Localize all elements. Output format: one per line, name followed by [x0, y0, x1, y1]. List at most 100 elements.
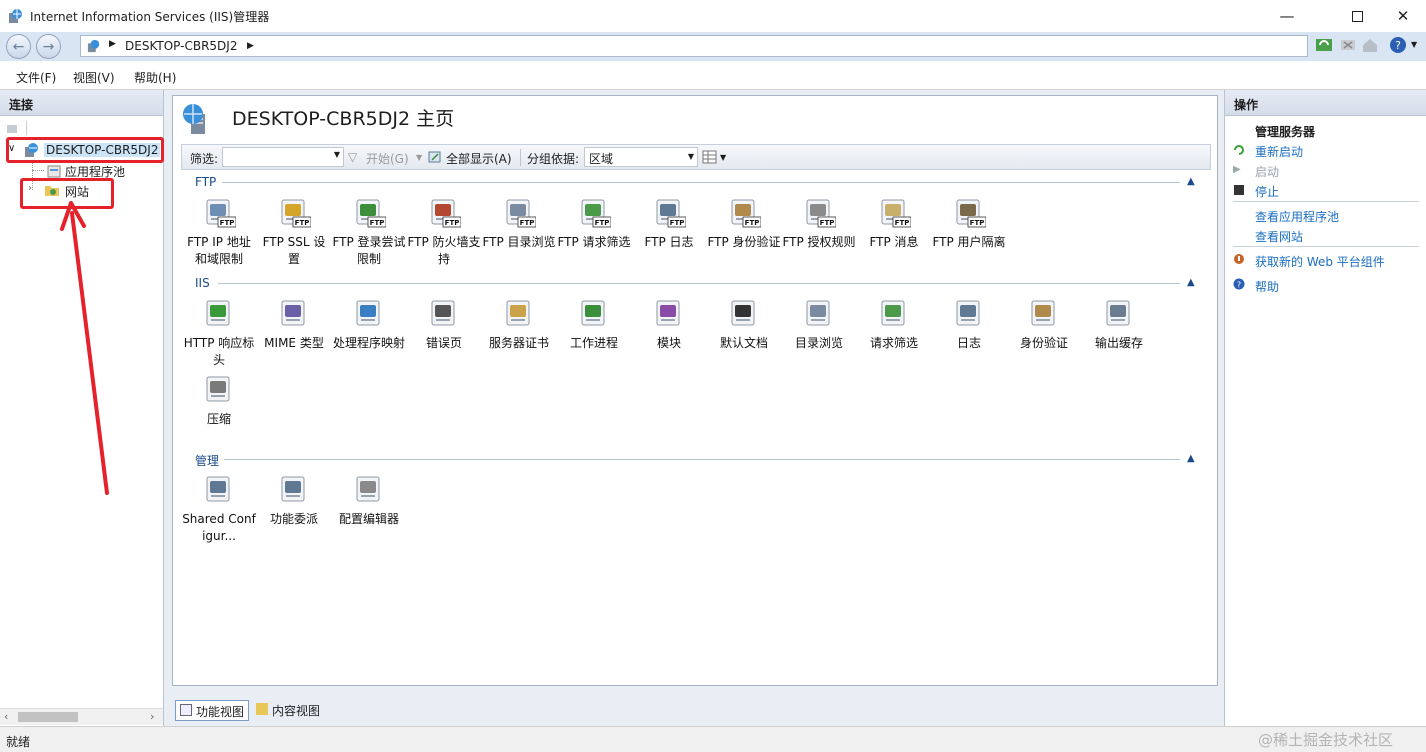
toolbar-divider: [520, 149, 521, 166]
feature-error-pages[interactable]: 错误页: [407, 297, 481, 352]
feature-label: FTP 目录浏览: [482, 235, 556, 249]
filter-input[interactable]: ▼: [222, 147, 344, 167]
feature-ftp-auth[interactable]: FTP FTP 身份验证: [707, 196, 781, 251]
home-icon[interactable]: [1361, 36, 1379, 54]
close-button[interactable]: ✕: [1380, 0, 1426, 32]
forward-button[interactable]: →: [36, 34, 61, 59]
view-app-pools-action[interactable]: 查看应用程序池: [1255, 208, 1339, 225]
stop-load-icon[interactable]: [1339, 36, 1357, 54]
feature-ftp-dir-browse[interactable]: FTP FTP 目录浏览: [482, 196, 556, 251]
menu-view[interactable]: 视图(V): [73, 69, 115, 86]
ftp-logon-globe-icon: FTP: [352, 196, 387, 230]
feature-authentication[interactable]: 身份验证: [1007, 297, 1081, 352]
feature-request-filtering[interactable]: 请求筛选: [857, 297, 931, 352]
breadcrumb-arrow-icon[interactable]: ▶: [247, 41, 254, 51]
help-action[interactable]: 帮助: [1255, 278, 1279, 295]
scroll-right-icon[interactable]: ›: [150, 710, 154, 723]
feature-output-caching[interactable]: 输出缓存: [1082, 297, 1156, 352]
view-mode-icon[interactable]: [702, 150, 718, 164]
collapse-section-icon[interactable]: ▲: [1187, 453, 1195, 464]
feature-label: 压缩: [206, 412, 231, 426]
feature-worker-processes[interactable]: 工作进程: [557, 297, 631, 352]
feature-label: 模块: [656, 336, 681, 350]
modules-icon: [652, 297, 686, 331]
help-dropdown-icon[interactable]: ▼: [1411, 40, 1417, 49]
feature-ftp-logon-globe[interactable]: FTP FTP 登录尝试限制: [332, 196, 406, 268]
web-platform-icon: [1234, 254, 1244, 264]
feature-label: 输出缓存: [1094, 336, 1143, 350]
scroll-thumb[interactable]: [18, 712, 78, 722]
feature-label: HTTP 响应标头: [183, 336, 255, 367]
start-dropdown-icon[interactable]: ▼: [416, 153, 422, 162]
feature-label: FTP 消息: [869, 235, 919, 249]
collapse-section-icon[interactable]: ▲: [1187, 176, 1195, 187]
start-action[interactable]: 启动: [1255, 163, 1279, 180]
breadcrumb-server[interactable]: DESKTOP-CBR5DJ2: [125, 39, 237, 53]
ftp-user-isolation-icon: FTP: [952, 196, 987, 230]
view-sites-action[interactable]: 查看网站: [1255, 228, 1303, 245]
connect-icon[interactable]: [6, 121, 20, 135]
address-bar[interactable]: ▶ DESKTOP-CBR5DJ2 ▶: [80, 35, 1308, 57]
server-home-icon: [183, 104, 205, 134]
feature-ftp-ip-restriction[interactable]: FTP FTP IP 地址和域限制: [182, 196, 256, 268]
scroll-left-icon[interactable]: ‹: [4, 710, 8, 723]
feature-label: 目录浏览: [794, 336, 843, 350]
restart-action[interactable]: 重新启动: [1255, 143, 1303, 160]
feature-ftp-firewall[interactable]: FTP FTP 防火墙支持: [407, 196, 481, 268]
refresh-icon[interactable]: [1315, 36, 1333, 54]
feature-ftp-log[interactable]: FTP FTP 日志: [632, 196, 706, 251]
dropdown-icon[interactable]: ▼: [688, 152, 694, 161]
feature-config-editor[interactable]: 配置编辑器: [332, 473, 406, 528]
feature-ftp-message[interactable]: FTP FTP 消息: [857, 196, 931, 251]
content-view-label: 内容视图: [272, 704, 321, 718]
svg-text:FTP: FTP: [970, 219, 985, 227]
handler-mappings-icon: [352, 297, 386, 331]
maximize-button[interactable]: [1334, 0, 1380, 32]
feature-compression[interactable]: 压缩: [182, 373, 256, 428]
feature-mime-types[interactable]: MIME 类型: [257, 297, 331, 352]
feature-server-certificates[interactable]: 服务器证书: [482, 297, 556, 352]
feature-label: MIME 类型: [264, 336, 324, 350]
feature-feature-delegation[interactable]: 功能委派: [257, 473, 331, 528]
show-all-button[interactable]: 全部显示(A): [446, 150, 512, 167]
collapse-section-icon[interactable]: ▲: [1187, 277, 1195, 288]
menu-help[interactable]: 帮助(H): [134, 69, 176, 86]
group-by-select[interactable]: 区域 ▼: [584, 147, 698, 167]
feature-ftp-ssl-lock[interactable]: FTP FTP SSL 设置: [257, 196, 331, 268]
help-icon[interactable]: ?: [1389, 36, 1407, 54]
annotation-box-server: [6, 137, 164, 163]
svg-text:FTP: FTP: [595, 219, 610, 227]
feature-shared-config[interactable]: Shared Configur...: [182, 473, 256, 545]
feature-label: 日志: [956, 336, 981, 350]
section-ftp-title: FTP: [195, 175, 217, 189]
back-button[interactable]: ←: [6, 34, 31, 59]
feature-default-document[interactable]: 默认文档: [707, 297, 781, 352]
start-filter-button[interactable]: 开始(G): [366, 150, 409, 167]
web-platform-action[interactable]: 获取新的 Web 平台组件: [1255, 253, 1385, 270]
status-bar: 就绪 @稀土掘金技术社区: [0, 726, 1426, 752]
feature-handler-mappings[interactable]: 处理程序映射: [332, 297, 406, 352]
ftp-ip-restriction-icon: FTP: [202, 196, 237, 230]
stop-action[interactable]: 停止: [1255, 183, 1279, 200]
content-view-tab[interactable]: 内容视图: [252, 700, 324, 721]
minimize-button[interactable]: —: [1264, 0, 1310, 32]
feature-label: 服务器证书: [488, 336, 549, 350]
horizontal-scrollbar[interactable]: ‹ ›: [0, 708, 163, 725]
dropdown-icon[interactable]: ▼: [334, 150, 340, 159]
filter-toolbar: 筛选: ▼ ▽ 开始(G) ▼ 全部显示(A) 分组依据: 区域 ▼ ▼: [181, 144, 1211, 170]
feature-ftp-authz-key[interactable]: FTP FTP 授权规则: [782, 196, 856, 251]
feature-ftp-request-filter[interactable]: FTP FTP 请求筛选: [557, 196, 631, 251]
feature-label: 处理程序映射: [332, 336, 405, 350]
feature-http-headers[interactable]: HTTP 响应标头: [182, 297, 256, 369]
feature-ftp-user-isolation[interactable]: FTP FTP 用户隔离: [932, 196, 1006, 251]
ftp-log-icon: FTP: [652, 196, 687, 230]
feature-directory-browsing[interactable]: 目录浏览: [782, 297, 856, 352]
menu-file[interactable]: 文件(F): [16, 69, 56, 86]
output-caching-icon: [1102, 297, 1136, 331]
svg-text:?: ?: [1237, 281, 1241, 290]
ftp-auth-icon: FTP: [727, 196, 762, 230]
feature-modules[interactable]: 模块: [632, 297, 706, 352]
features-view-tab[interactable]: 功能视图: [175, 700, 250, 721]
feature-logging[interactable]: 日志: [932, 297, 1006, 352]
view-mode-dropdown-icon[interactable]: ▼: [720, 153, 726, 162]
